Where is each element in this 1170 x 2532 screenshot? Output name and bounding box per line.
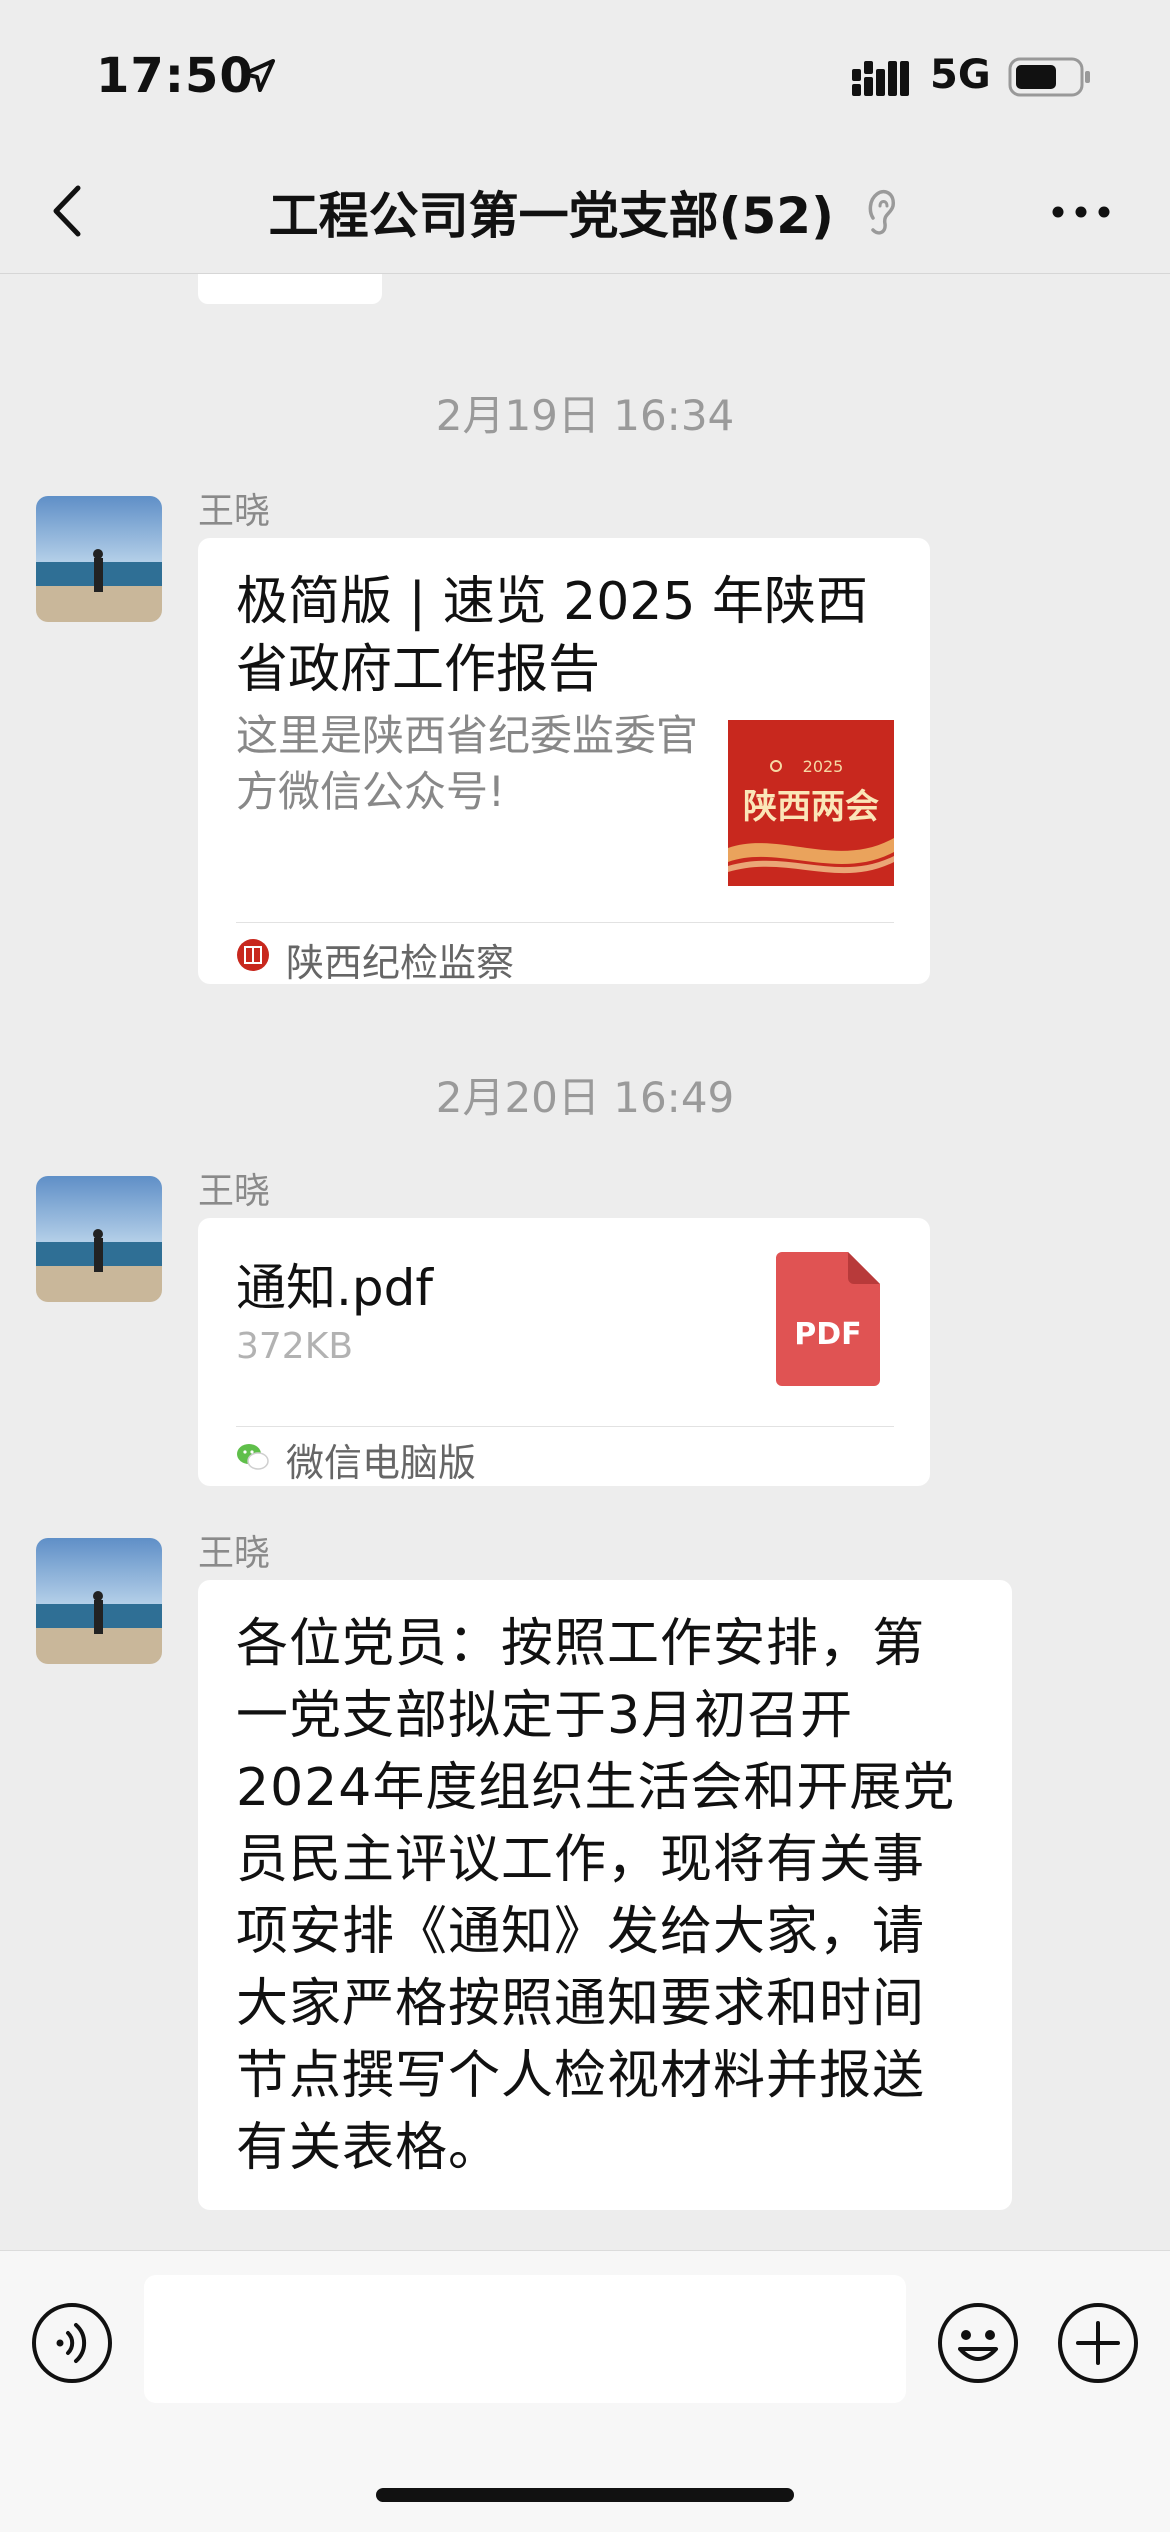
more-icon[interactable] [1050,192,1112,232]
text-message-bubble[interactable]: 各位党员：按照工作安排，第一党支部拟定于3月初召开2024年度组织生活会和开展党… [198,1580,1012,2210]
message-input[interactable] [144,2275,906,2403]
article-thumbnail: 2025 陕西两会 [728,720,894,886]
signal-icon [852,61,909,96]
status-time: 17:50 [96,48,254,104]
location-arrow-icon [242,59,275,92]
message-text: 各位党员：按照工作安排，第一党支部拟定于3月初召开2024年度组织生活会和开展党… [236,1614,956,2178]
wechat-icon [237,1444,269,1470]
official-account-icon [237,939,269,971]
article-title: 极简版 | 速览 2025 年陕西省政府工作报告 [236,572,868,700]
sender-name: 王晓 [198,1533,271,1574]
card-divider [236,922,894,923]
article-card[interactable]: 极简版 | 速览 2025 年陕西省政府工作报告 这里是陕西省纪委监委官方微信公… [198,538,930,985]
article-source: 陕西纪检监察 [286,941,515,985]
previous-message-bubble[interactable] [198,274,382,304]
voice-icon[interactable] [30,2301,114,2385]
network-type: 5G [930,52,991,98]
message-timestamp: 2月20日 16:49 [435,1073,735,1122]
sender-name: 王晓 [198,1171,271,1212]
message-timestamp: 2月19日 16:34 [435,391,735,440]
pdf-file-icon: PDF [776,1252,880,1386]
thumbnail-text: 陕西两会 [743,787,879,827]
emoji-icon[interactable] [936,2301,1020,2385]
chat-header: 工程公司第一党支部(52) [0,150,1170,274]
thumbnail-year: 2025 [803,757,844,776]
thumbnail-graphic: 2025 陕西两会 [728,720,894,886]
article-description: 这里是陕西省纪委监委官方微信公众号! [236,711,699,816]
ear-icon [869,189,896,235]
plus-icon[interactable] [1056,2301,1140,2385]
file-name: 通知.pdf [236,1259,433,1317]
file-source: 微信电脑版 [286,1441,477,1485]
card-divider [236,1426,894,1427]
sender-name: 王晓 [198,491,271,532]
home-indicator[interactable] [376,2488,794,2502]
pdf-label: PDF [794,1317,861,1352]
battery-icon [1008,57,1090,97]
avatar[interactable] [36,1538,162,1664]
avatar[interactable] [36,496,162,622]
file-size: 372KB [236,1326,354,1367]
status-bar: 17:50 5G [0,0,1170,150]
chat-title: 工程公司第一党支部(52) [268,187,834,245]
chat-title-wrap[interactable]: 工程公司第一党支部(52) [0,176,1170,248]
avatar[interactable] [36,1176,162,1302]
file-card[interactable]: 通知.pdf 372KB PDF 微信电脑版 [198,1218,930,1486]
